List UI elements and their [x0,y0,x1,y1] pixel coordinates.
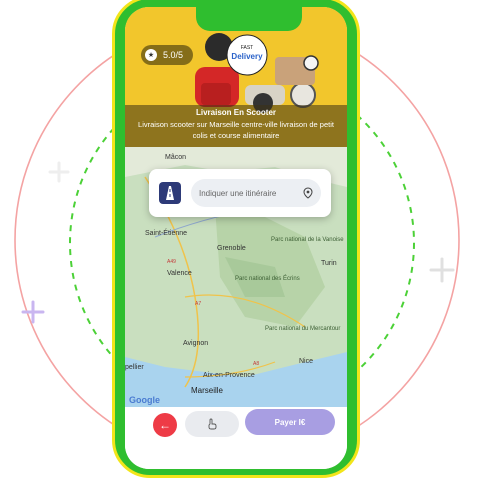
map-place: pellier [125,364,144,371]
service-title: Livraison En Scooter [195,108,277,117]
map-place: Avignon [183,340,208,347]
hand-button[interactable] [185,411,239,437]
phone-screen: FAST Delivery ★ 5.0/5 Livraison En Scoot… [125,7,347,469]
service-description: Livraison scooter sur Marseille centre-v… [138,120,334,140]
itinerary-placeholder: Indiquer une itinéraire [199,188,277,198]
map-place: Grenoble [217,245,246,252]
sparkle-icon [48,161,70,183]
road-label: A8 [253,361,259,367]
itinerary-input[interactable]: Indiquer une itinéraire [191,179,321,207]
route-search-card: Indiquer une itinéraire [149,169,331,217]
map-place: Parc national des Écrins [235,275,300,282]
map-place: Aix-en-Provence [203,372,255,379]
map-place: Saint-Étienne [145,228,187,237]
google-logo: Google [129,395,160,405]
map-place: Parc national du Mercantour [265,326,340,332]
map-place: Nice [299,358,313,365]
bottom-action-bar: ← Payer I€ [125,407,347,469]
star-icon: ★ [145,49,157,61]
road-label: A7 [195,301,201,307]
rating-badge: ★ 5.0/5 [141,45,194,65]
map-place: Parc national de la Vanoise [271,237,344,243]
phone-notch [196,7,302,31]
map-place: Mâcon [165,154,186,161]
map-place: Turin [321,260,337,267]
sparkle-icon [429,257,455,283]
hero-caption: Livraison En Scooter Livraison scooter s… [125,105,347,147]
road-label: A49 [167,259,176,265]
map-place: Marseille [191,386,224,395]
arrow-left-icon: ← [159,418,171,432]
road-icon [159,182,181,204]
phone-frame: FAST Delivery ★ 5.0/5 Livraison En Scoot… [112,0,360,478]
pay-label: Payer I€ [274,417,306,427]
location-pin-icon [303,187,313,199]
rating-value: 5.0/5 [163,50,184,60]
back-button[interactable]: ← [153,413,177,437]
sign-top-text: FAST [241,45,254,51]
map-place: Valence [167,270,192,277]
sign-main-text: Delivery [231,52,263,61]
pay-button[interactable]: Payer I€ [245,409,335,435]
sparkle-icon [21,300,45,324]
hand-pointer-icon [208,418,217,430]
